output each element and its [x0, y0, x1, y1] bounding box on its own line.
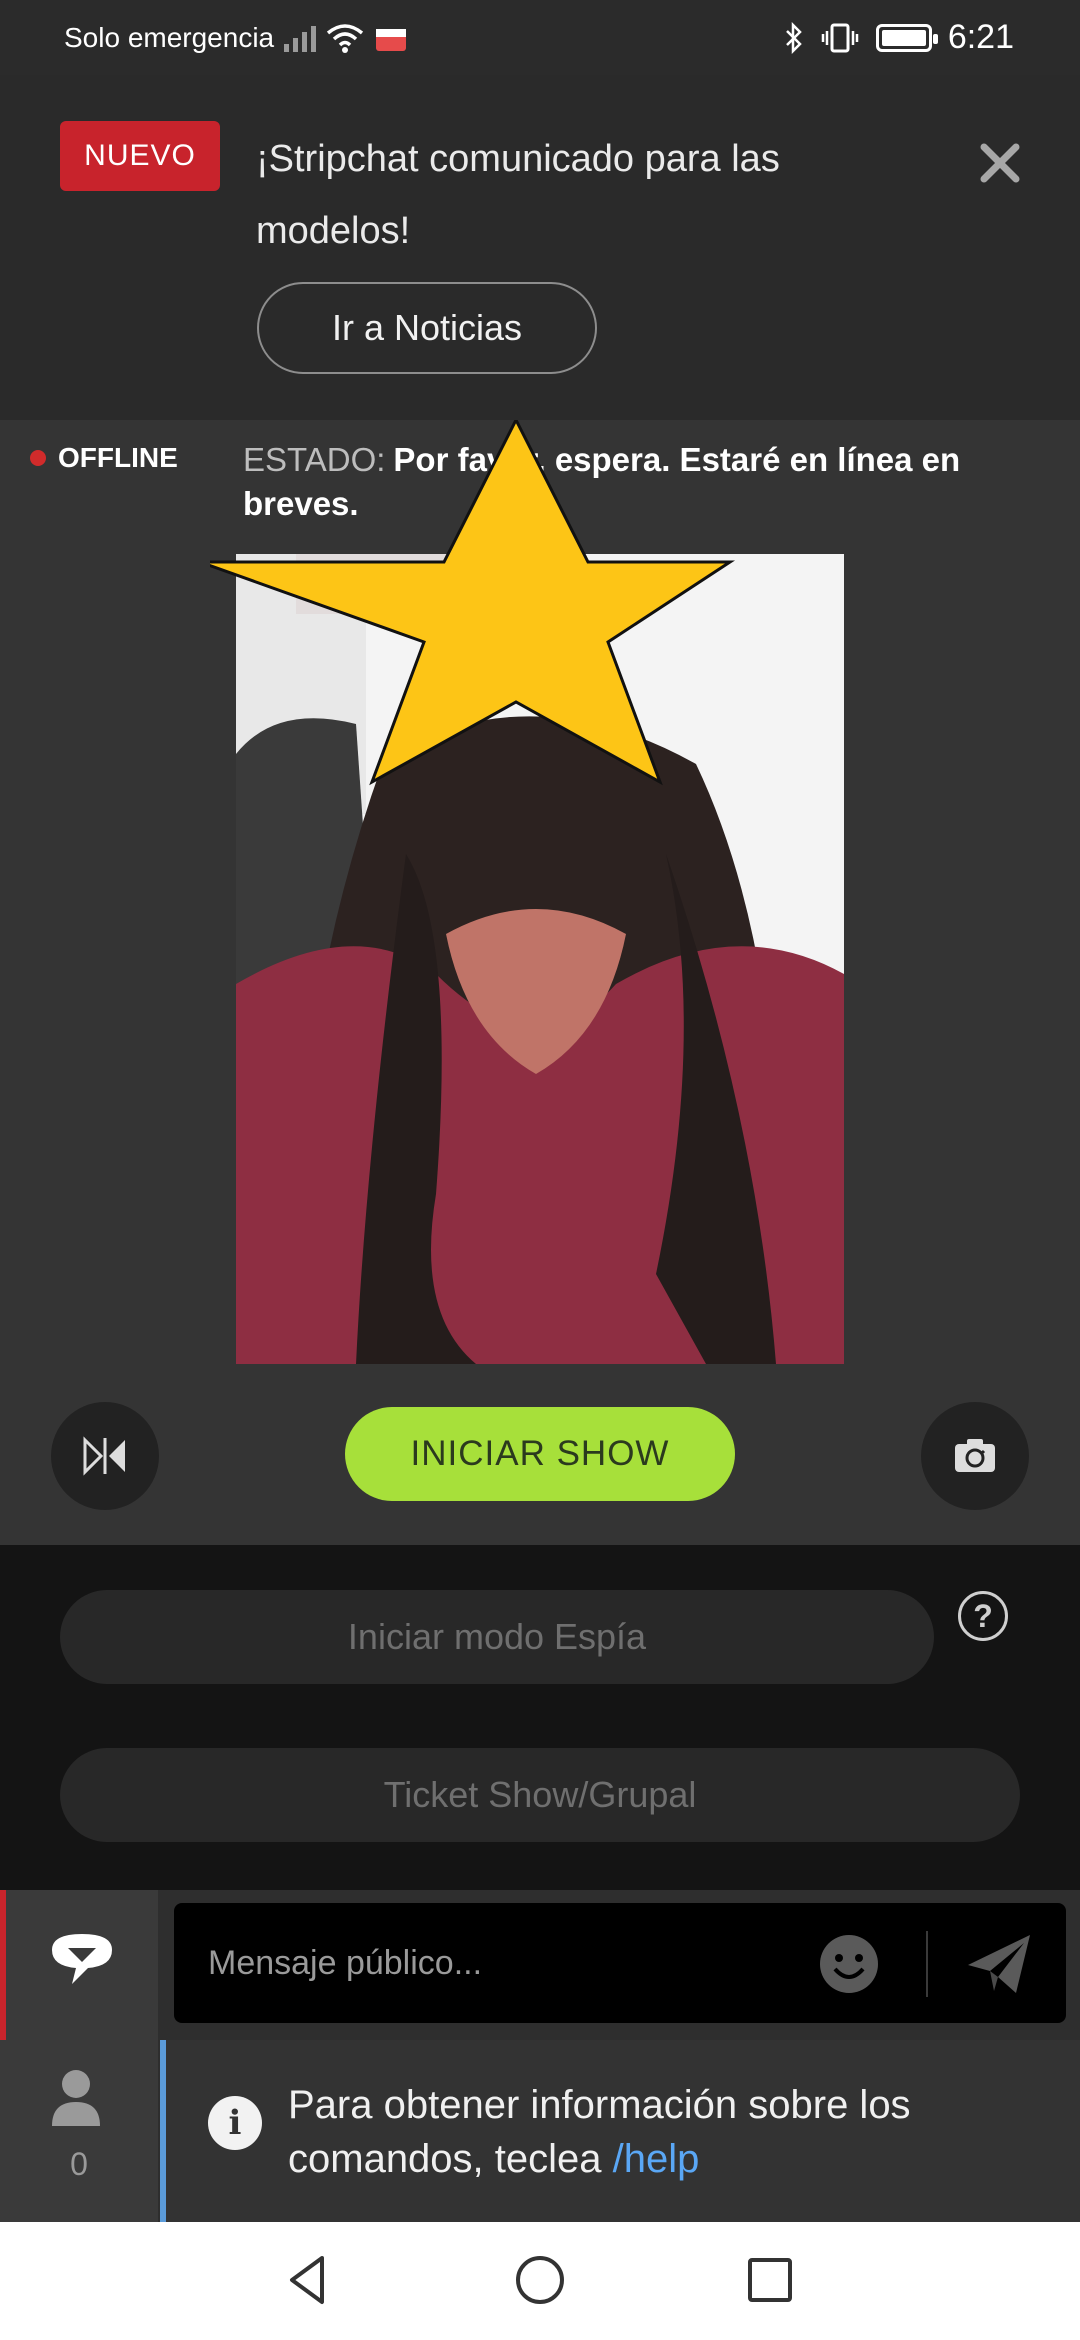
info-body: Para obtener información sobre los coman… — [288, 2083, 911, 2181]
help-command-link[interactable]: /help — [613, 2137, 700, 2181]
status-bar: Solo emergencia 6:21 — [0, 0, 1080, 75]
message-divider — [926, 1931, 928, 1997]
chat-tab[interactable] — [0, 1890, 158, 2040]
camera-rotate-icon — [955, 1439, 995, 1472]
vibrate-icon — [821, 23, 859, 52]
star-overlay — [210, 420, 736, 786]
close-icon[interactable] — [970, 133, 1030, 193]
clock: 6:21 — [947, 18, 1014, 56]
flip-camera-button[interactable] — [51, 1402, 159, 1510]
user-count: 0 — [70, 2146, 88, 2182]
go-to-news-button[interactable]: Ir a Noticias — [257, 282, 597, 374]
notification-icon — [376, 29, 407, 51]
offline-indicator: OFFLINE — [30, 442, 178, 474]
emoji-icon[interactable] — [818, 1933, 880, 1995]
banner-title: ¡Stripchat comunicado para las modelos! — [256, 138, 780, 252]
users-tab[interactable]: 0 — [0, 2040, 158, 2222]
flip-icon — [83, 1436, 125, 1476]
chat-area: 0 i Para obtener información sobre los c… — [0, 1890, 1080, 2222]
navigation-bar — [0, 2222, 1080, 2340]
wifi-icon — [327, 24, 364, 53]
info-message: i Para obtener información sobre los com… — [160, 2040, 1080, 2222]
spy-mode-button[interactable]: Iniciar modo Espía — [60, 1590, 934, 1684]
news-banner: NUEVO ¡Stripchat comunicado para las mod… — [0, 75, 1080, 420]
status-right: 6:21 — [784, 18, 1014, 57]
start-show-button[interactable]: INICIAR SHOW — [345, 1407, 735, 1501]
show-options: Iniciar modo Espía ? Ticket Show/Grupal — [0, 1545, 1080, 1890]
carrier-text: Solo emergencia — [64, 22, 275, 53]
screen: Solo emergencia 6:21 NUEVO ¡Stripchat co… — [0, 0, 1080, 2340]
back-icon[interactable] — [278, 2250, 338, 2310]
public-message-input[interactable] — [208, 1903, 728, 2023]
stream-area: OFFLINE ESTADO: Por favor, espera. Estaré… — [0, 420, 1080, 1545]
ticket-show-button[interactable]: Ticket Show/Grupal — [60, 1748, 1020, 1842]
offline-label: OFFLINE — [58, 442, 178, 473]
info-text: Para obtener información sobre los coman… — [288, 2078, 1048, 2186]
status-left: Solo emergencia — [64, 22, 408, 54]
switch-camera-button[interactable] — [921, 1402, 1029, 1510]
send-icon[interactable] — [964, 1931, 1034, 1997]
new-badge: NUEVO — [60, 121, 220, 191]
info-icon: i — [208, 2096, 262, 2150]
battery-icon — [875, 23, 938, 52]
recents-icon[interactable] — [740, 2250, 800, 2310]
bluetooth-icon — [785, 21, 802, 54]
help-icon[interactable]: ? — [958, 1591, 1008, 1641]
signal-icon — [284, 24, 317, 52]
user-icon — [52, 2070, 100, 2126]
message-bar — [174, 1903, 1066, 2023]
chat-icon — [52, 1934, 112, 1984]
home-icon[interactable] — [510, 2250, 570, 2310]
offline-dot — [30, 450, 46, 466]
